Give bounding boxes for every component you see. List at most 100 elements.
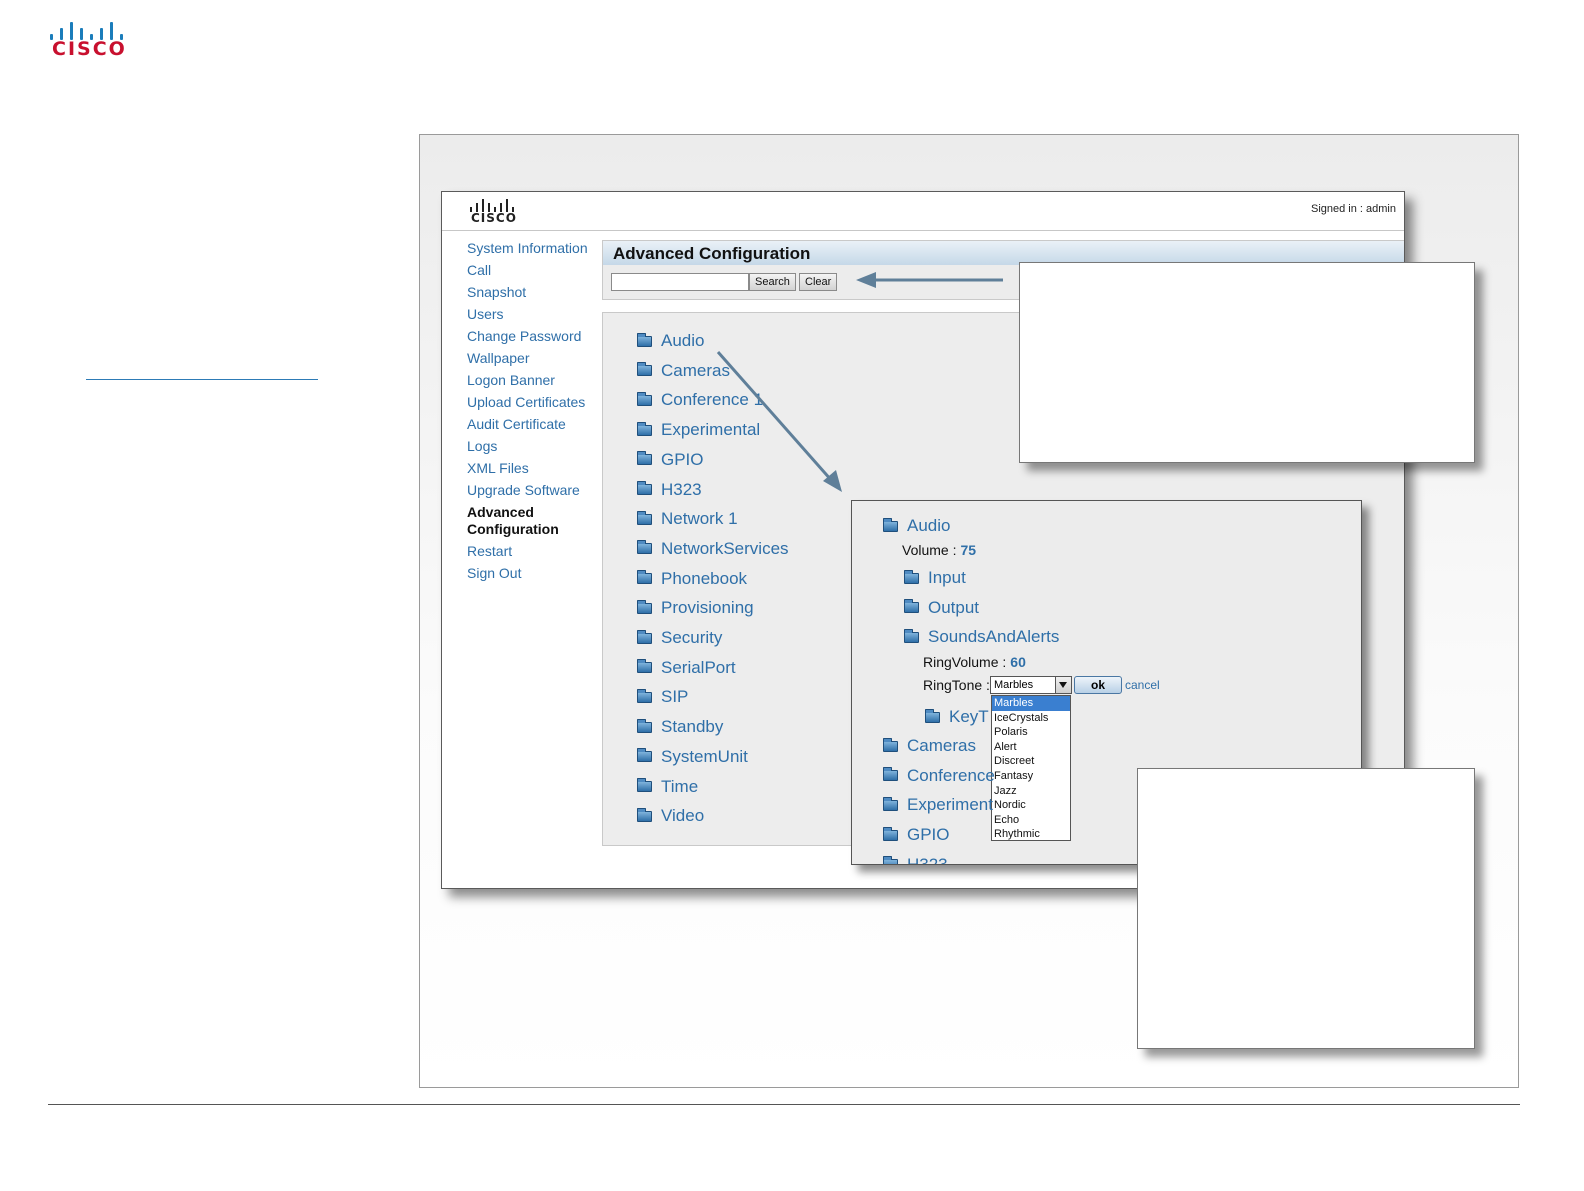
setting-value[interactable]: 75 xyxy=(960,542,976,558)
tree-folder-serialport[interactable]: SerialPort xyxy=(637,656,736,680)
tree-folder-keytones[interactable]: KeyT xyxy=(925,705,989,729)
tree-folder-networkservices[interactable]: NetworkServices xyxy=(637,537,789,561)
folder-icon xyxy=(637,332,652,347)
search-input[interactable] xyxy=(611,273,749,291)
sidebar-item-upload-certificates[interactable]: Upload Certificates xyxy=(467,394,607,411)
web-header: CISCO Signed in : admin xyxy=(442,192,1404,231)
folder-icon xyxy=(637,391,652,406)
sidebar-item-restart[interactable]: Restart xyxy=(467,543,607,560)
tree-folder-audio-open[interactable]: Audio xyxy=(883,514,950,538)
tree-folder-standby[interactable]: Standby xyxy=(637,715,723,739)
tree-folder-security[interactable]: Security xyxy=(637,626,722,650)
ok-button[interactable]: ok xyxy=(1074,676,1122,694)
folder-icon xyxy=(637,599,652,614)
sidebar-item-snapshot[interactable]: Snapshot xyxy=(467,284,607,301)
tree-folder-systemunit[interactable]: SystemUnit xyxy=(637,745,748,769)
callout-box xyxy=(1019,262,1475,463)
ringtone-option-jazz[interactable]: Jazz xyxy=(992,784,1070,799)
tree-folder-conference[interactable]: Conference xyxy=(883,764,995,788)
tree-folder-soundsandalerts[interactable]: SoundsAndAlerts xyxy=(904,625,1059,649)
folder-label: KeyT xyxy=(949,707,989,726)
folder-icon xyxy=(637,362,652,377)
ringtone-option-icecrystals[interactable]: IceCrystals xyxy=(992,711,1070,726)
volume-setting[interactable]: Volume :75 xyxy=(902,542,976,558)
folder-icon xyxy=(637,629,652,644)
folder-icon xyxy=(637,570,652,585)
ringtone-options-list[interactable]: Marbles IceCrystals Polaris Alert Discreet Fa… xyxy=(991,695,1071,841)
search-button[interactable]: Search xyxy=(749,273,796,291)
tree-folder-h323[interactable]: H323 xyxy=(637,478,702,502)
sidebar-item-logon-banner[interactable]: Logon Banner xyxy=(467,372,607,389)
ringtone-option-nordic[interactable]: Nordic xyxy=(992,798,1070,813)
folder-icon xyxy=(637,510,652,525)
tree-folder-time[interactable]: Time xyxy=(637,775,698,799)
tree-folder-sip[interactable]: SIP xyxy=(637,685,688,709)
folder-label: Conference 1 xyxy=(661,390,764,410)
folder-label: GPIO xyxy=(907,825,950,845)
cisco-wordmark: CISCO xyxy=(52,38,127,60)
tree-folder-experimental[interactable]: Experimental xyxy=(637,418,760,442)
tree-folder-h323[interactable]: H323 xyxy=(883,853,948,864)
folder-label: Audio xyxy=(907,516,951,535)
folder-label: Network 1 xyxy=(661,509,738,529)
sidebar-item-system-information[interactable]: System Information xyxy=(467,240,607,257)
page-title: Advanced Configuration xyxy=(613,244,811,263)
footer-divider xyxy=(48,1104,1520,1105)
sidebar-nav: System Information Call Snapshot Users Chang… xyxy=(467,240,607,587)
cisco-wordmark: CISCO xyxy=(471,211,517,225)
folder-label: Output xyxy=(928,597,980,617)
sidebar-item-sign-out[interactable]: Sign Out xyxy=(467,565,607,582)
sidebar-item-change-password[interactable]: Change Password xyxy=(467,328,607,345)
folder-icon xyxy=(637,540,652,555)
tree-folder-experiment[interactable]: Experiment xyxy=(883,793,993,817)
cisco-logo: CISCO xyxy=(48,18,128,62)
cisco-logo: CISCO xyxy=(468,198,520,228)
folder-icon xyxy=(883,856,898,864)
folder-label: H323 xyxy=(661,479,702,499)
folder-open-icon xyxy=(883,517,898,532)
cancel-link[interactable]: cancel xyxy=(1125,678,1160,692)
ringtone-option-polaris[interactable]: Polaris xyxy=(992,725,1070,740)
setting-label: Volume : xyxy=(902,542,957,558)
sidebar-item-advanced-configuration[interactable]: Advanced Configuration xyxy=(467,504,607,538)
tree-folder-phonebook[interactable]: Phonebook xyxy=(637,567,747,591)
ringtone-option-fantasy[interactable]: Fantasy xyxy=(992,769,1070,784)
sidebar-item-audit-certificate[interactable]: Audit Certificate xyxy=(467,416,607,433)
tree-folder-output[interactable]: Output xyxy=(904,596,979,620)
section-divider xyxy=(86,379,318,380)
sidebar-item-users[interactable]: Users xyxy=(467,306,607,323)
tree-folder-gpio[interactable]: GPIO xyxy=(883,823,950,847)
dropdown-arrow-icon[interactable] xyxy=(1055,677,1071,693)
sidebar-item-logs[interactable]: Logs xyxy=(467,438,607,455)
ringtone-option-discreet[interactable]: Discreet xyxy=(992,754,1070,769)
ringtone-option-rhythmic[interactable]: Rhythmic xyxy=(992,827,1070,842)
folder-label: Standby xyxy=(661,717,724,737)
tree-folder-cameras[interactable]: Cameras xyxy=(637,359,730,383)
tree-folder-gpio[interactable]: GPIO xyxy=(637,448,704,472)
folder-label: Time xyxy=(661,776,699,796)
sidebar-item-xml-files[interactable]: XML Files xyxy=(467,460,607,477)
tree-folder-conference-1[interactable]: Conference 1 xyxy=(637,388,763,412)
tree-folder-video[interactable]: Video xyxy=(637,804,704,828)
clear-button[interactable]: Clear xyxy=(799,273,838,291)
tree-folder-provisioning[interactable]: Provisioning xyxy=(637,596,754,620)
ringtone-option-alert[interactable]: Alert xyxy=(992,740,1070,755)
folder-label: GPIO xyxy=(661,449,704,469)
folder-icon xyxy=(637,481,652,495)
tree-folder-cameras[interactable]: Cameras xyxy=(883,734,976,758)
sidebar-item-call[interactable]: Call xyxy=(467,262,607,279)
tree-folder-network-1[interactable]: Network 1 xyxy=(637,507,738,531)
ringtone-select[interactable]: Marbles xyxy=(990,676,1072,694)
sidebar-item-upgrade-software[interactable]: Upgrade Software xyxy=(467,482,607,499)
folder-icon xyxy=(637,451,652,466)
ringvolume-setting[interactable]: RingVolume :60 xyxy=(923,654,1026,670)
setting-value[interactable]: 60 xyxy=(1010,654,1026,670)
tree-folder-audio[interactable]: Audio xyxy=(637,329,704,353)
ringtone-option-echo[interactable]: Echo xyxy=(992,813,1070,828)
tree-folder-input[interactable]: Input xyxy=(904,566,966,590)
sidebar-item-wallpaper[interactable]: Wallpaper xyxy=(467,350,607,367)
folder-label: Cameras xyxy=(661,360,730,380)
ringtone-option-marbles[interactable]: Marbles xyxy=(992,696,1070,711)
callout-box xyxy=(1137,768,1475,1049)
folder-icon xyxy=(904,569,919,584)
